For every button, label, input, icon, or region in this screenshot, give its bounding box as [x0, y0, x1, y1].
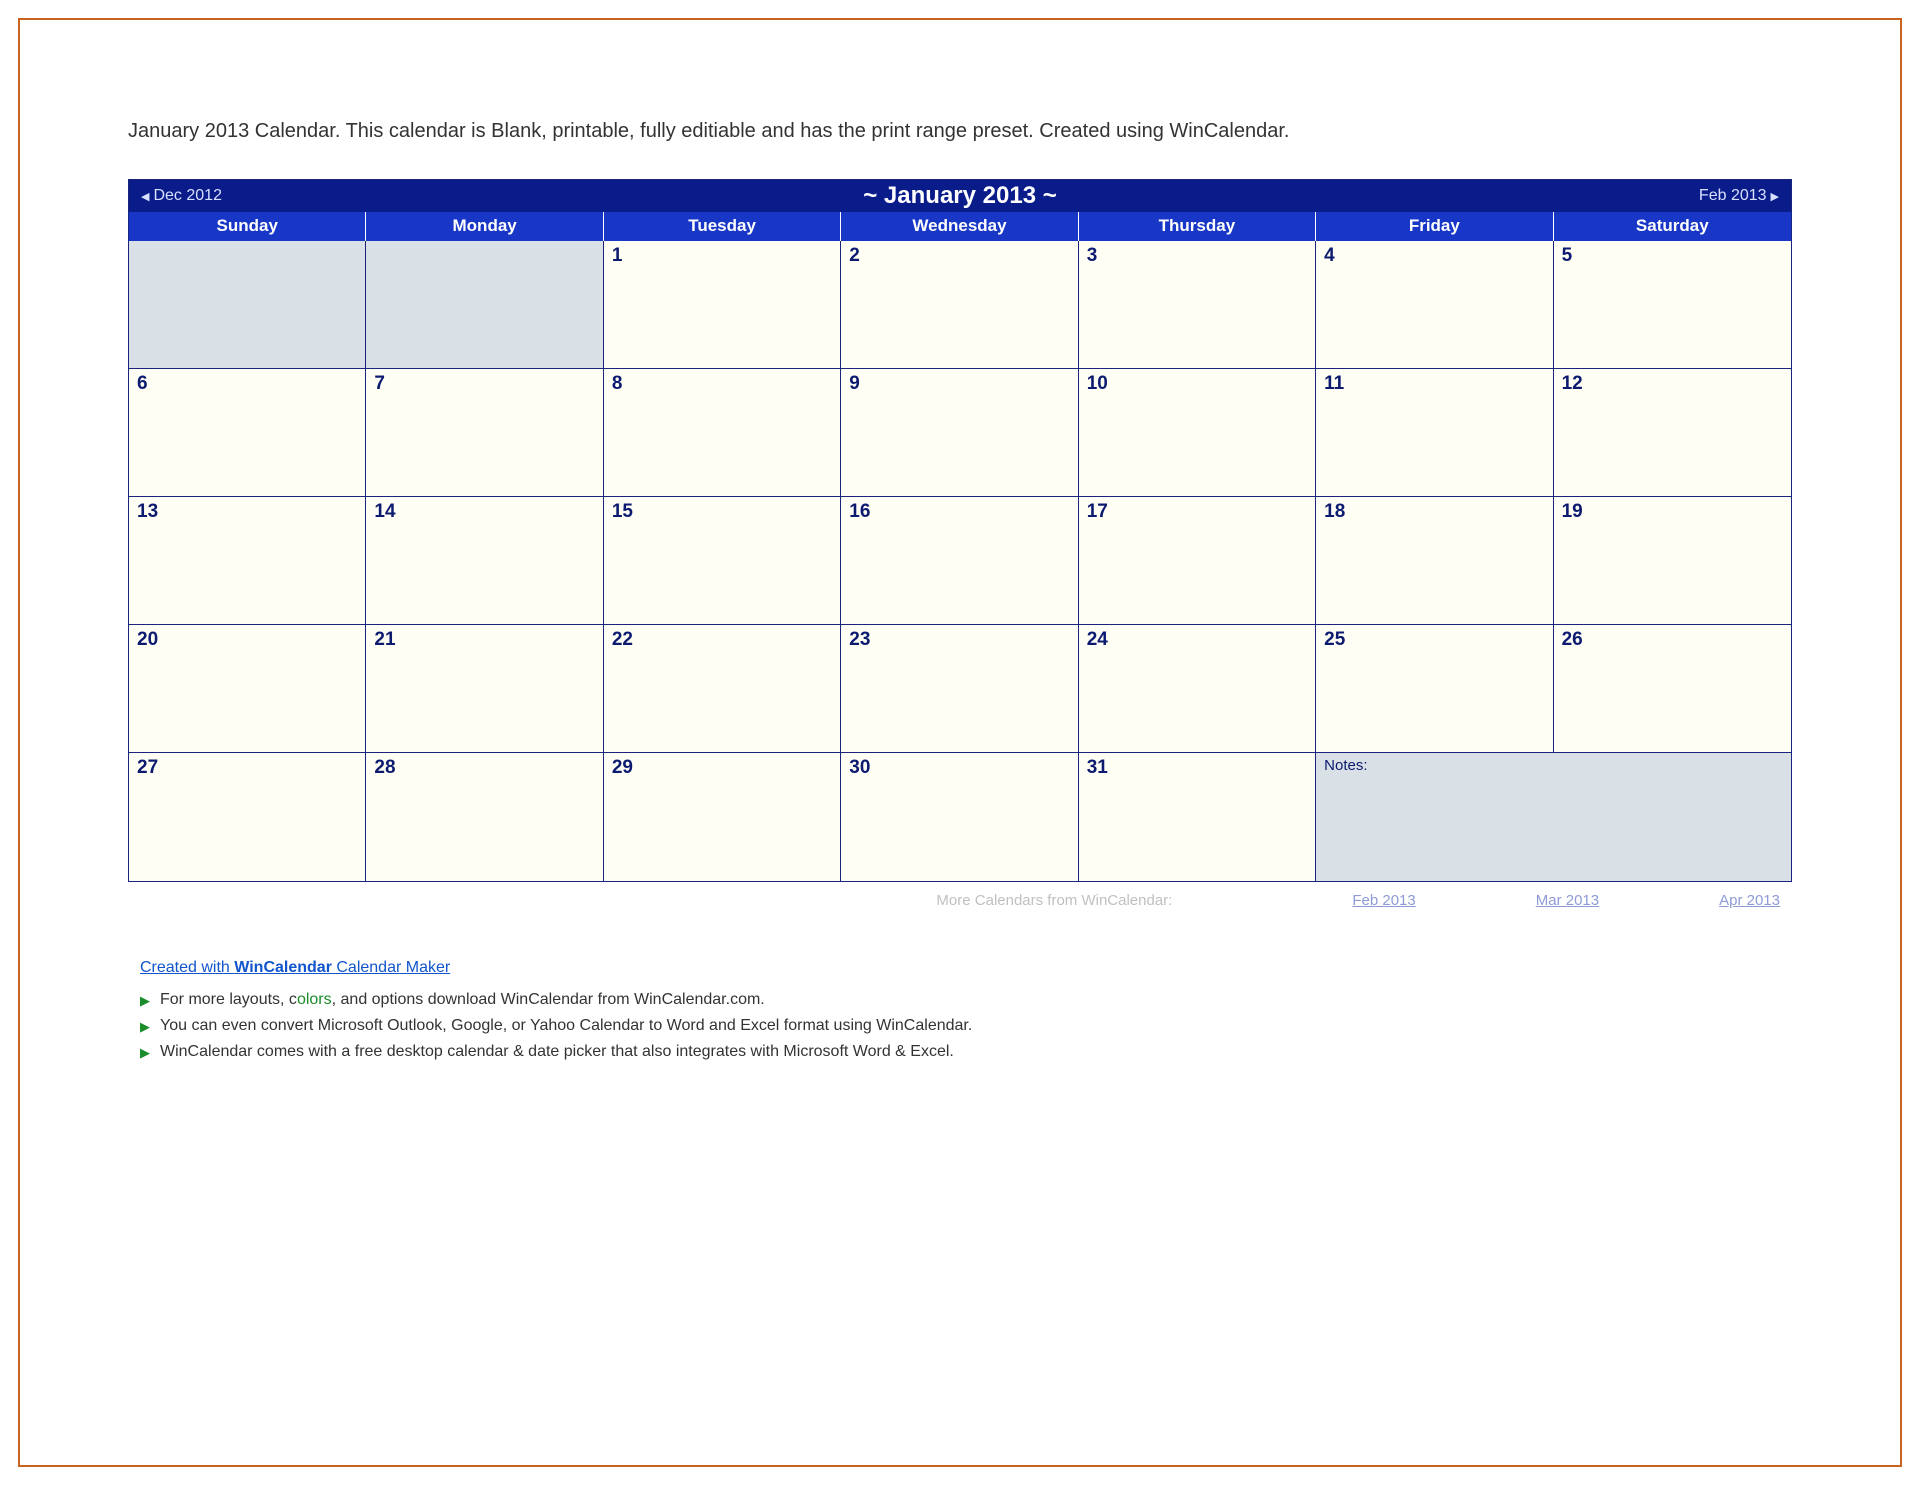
prev-month-label: Dec 2012 [153, 187, 222, 205]
day-cell[interactable]: 19 [1554, 497, 1791, 625]
day-cell[interactable]: 29 [604, 753, 841, 881]
day-cell[interactable]: 27 [129, 753, 366, 881]
day-cell[interactable]: 7 [366, 369, 603, 497]
bullet-item: ▶ You can even convert Microsoft Outlook… [140, 1013, 1800, 1039]
next-month-link[interactable]: Feb 2013 ▶ [1687, 187, 1791, 205]
day-cell[interactable]: 11 [1316, 369, 1553, 497]
dow-thursday: Thursday [1079, 212, 1316, 241]
bullet-text: WinCalendar comes with a free desktop ca… [160, 1043, 954, 1061]
calendar-description: January 2013 Calendar. This calendar is … [120, 120, 1800, 143]
prev-month-link[interactable]: ◀ Dec 2012 [129, 187, 234, 205]
day-cell[interactable]: 28 [366, 753, 603, 881]
dow-friday: Friday [1316, 212, 1553, 241]
triangle-right-icon: ▶ [1771, 190, 1779, 203]
day-cell[interactable]: 24 [1079, 625, 1316, 753]
bullet-text: For more layouts, colors, and options do… [160, 991, 765, 1009]
more-calendars-label: More Calendars from WinCalendar: [120, 892, 1232, 909]
day-cell[interactable]: 20 [129, 625, 366, 753]
footer-link-mar[interactable]: Mar 2013 [1536, 892, 1599, 909]
triangle-right-icon: ▶ [140, 1019, 150, 1035]
triangle-left-icon: ◀ [141, 190, 149, 203]
day-cell[interactable]: 3 [1079, 241, 1316, 369]
dow-monday: Monday [366, 212, 603, 241]
day-cell[interactable]: 30 [841, 753, 1078, 881]
notes-cell[interactable]: Notes: [1316, 753, 1791, 881]
day-cell[interactable]: 4 [1316, 241, 1553, 369]
dow-tuesday: Tuesday [604, 212, 841, 241]
created-with-suffix: Calendar Maker [332, 959, 450, 976]
footer-links: More Calendars from WinCalendar: Feb 201… [120, 882, 1800, 909]
calendar-title: ~ January 2013 ~ [129, 182, 1791, 210]
bullet-list: ▶ For more layouts, colors, and options … [140, 987, 1800, 1065]
bullet-text: You can even convert Microsoft Outlook, … [160, 1017, 972, 1035]
document-frame: January 2013 Calendar. This calendar is … [18, 18, 1902, 1467]
day-cell[interactable]: 1 [604, 241, 841, 369]
day-cell[interactable]: 2 [841, 241, 1078, 369]
info-block: Created with WinCalendar Calendar Maker … [140, 959, 1800, 1065]
day-cell[interactable]: 23 [841, 625, 1078, 753]
day-cell[interactable]: 6 [129, 369, 366, 497]
next-month-label: Feb 2013 [1699, 187, 1767, 205]
day-cell[interactable]: 14 [366, 497, 603, 625]
day-cell[interactable]: 25 [1316, 625, 1553, 753]
triangle-right-icon: ▶ [140, 993, 150, 1009]
created-with-prefix: Created with [140, 959, 234, 976]
day-cell[interactable]: 8 [604, 369, 841, 497]
calendar: ◀ Dec 2012 ~ January 2013 ~ Feb 2013 ▶ S… [128, 179, 1792, 882]
day-cell[interactable]: 17 [1079, 497, 1316, 625]
day-cell[interactable]: 10 [1079, 369, 1316, 497]
day-cell[interactable]: 5 [1554, 241, 1791, 369]
created-with-brand: WinCalendar [234, 959, 332, 976]
day-cell[interactable] [366, 241, 603, 369]
footer-link-apr[interactable]: Apr 2013 [1719, 892, 1780, 909]
day-cell[interactable]: 21 [366, 625, 603, 753]
day-cell[interactable]: 26 [1554, 625, 1791, 753]
day-cell[interactable]: 15 [604, 497, 841, 625]
footer-link-feb[interactable]: Feb 2013 [1352, 892, 1415, 909]
day-cell[interactable] [129, 241, 366, 369]
calendar-title-bar: ◀ Dec 2012 ~ January 2013 ~ Feb 2013 ▶ [129, 180, 1791, 212]
day-cell[interactable]: 22 [604, 625, 841, 753]
created-with-link[interactable]: Created with WinCalendar Calendar Maker [140, 959, 450, 976]
dow-wednesday: Wednesday [841, 212, 1078, 241]
bullet-item: ▶ WinCalendar comes with a free desktop … [140, 1039, 1800, 1065]
day-cell[interactable]: 12 [1554, 369, 1791, 497]
day-cell[interactable]: 16 [841, 497, 1078, 625]
bullet-item: ▶ For more layouts, colors, and options … [140, 987, 1800, 1013]
day-cell[interactable]: 9 [841, 369, 1078, 497]
day-cell[interactable]: 31 [1079, 753, 1316, 881]
day-of-week-header: Sunday Monday Tuesday Wednesday Thursday… [129, 212, 1791, 241]
triangle-right-icon: ▶ [140, 1045, 150, 1061]
calendar-grid: 1 2 3 4 5 6 7 8 9 10 11 12 13 14 15 16 1… [129, 241, 1791, 881]
day-cell[interactable]: 18 [1316, 497, 1553, 625]
dow-sunday: Sunday [129, 212, 366, 241]
day-cell[interactable]: 13 [129, 497, 366, 625]
dow-saturday: Saturday [1554, 212, 1791, 241]
